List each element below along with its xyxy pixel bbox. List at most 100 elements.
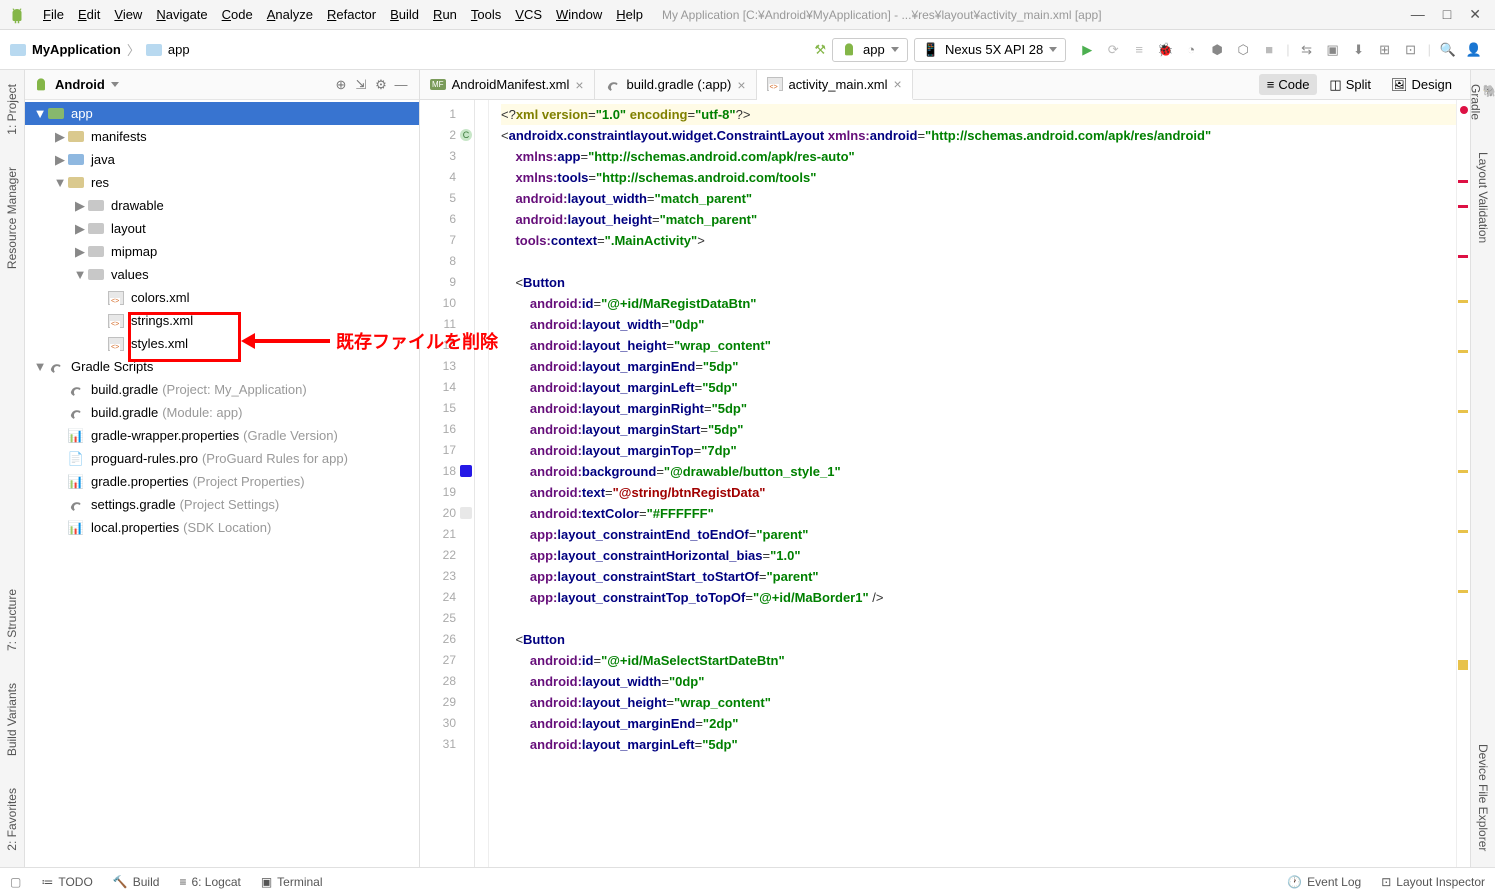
todo-icon: ≔ bbox=[41, 875, 53, 889]
editor-body[interactable]: 12C3456789101112131415161718192021222324… bbox=[420, 100, 1470, 867]
stop-button[interactable]: ■ bbox=[1260, 41, 1278, 59]
tree-node-manifests[interactable]: ▶manifests bbox=[25, 125, 419, 148]
status-bar: ▢ ≔TODO 🔨Build ≡6: Logcat ▣Terminal 🕐Eve… bbox=[0, 867, 1495, 895]
menu-run[interactable]: Run bbox=[426, 7, 464, 22]
debug-button[interactable]: 🐞 bbox=[1156, 41, 1174, 59]
project-tree[interactable]: ▼app ▶manifests ▶java ▼res ▶drawable ▶la… bbox=[25, 100, 419, 867]
close-button[interactable]: ✕ bbox=[1469, 6, 1481, 23]
profile-button[interactable]: ◔ bbox=[1182, 41, 1200, 59]
tree-node-proguard[interactable]: 📄proguard-rules.pro(ProGuard Rules for a… bbox=[25, 447, 419, 470]
menu-edit[interactable]: Edit bbox=[71, 7, 107, 22]
status-build[interactable]: 🔨Build bbox=[113, 875, 160, 889]
apply-changes-button[interactable]: ⟳ bbox=[1104, 41, 1122, 59]
menu-window[interactable]: Window bbox=[549, 7, 609, 22]
tree-node-gradle-properties[interactable]: 📊gradle.properties(Project Properties) bbox=[25, 470, 419, 493]
expand-icon[interactable]: ⇲ bbox=[351, 75, 371, 95]
gradle-icon bbox=[605, 78, 621, 92]
tab-device-file-explorer[interactable]: Device File Explorer bbox=[1474, 738, 1492, 857]
close-icon[interactable]: × bbox=[575, 77, 583, 93]
run-button[interactable]: ▶ bbox=[1078, 41, 1096, 59]
tree-node-layout[interactable]: ▶layout bbox=[25, 217, 419, 240]
hide-icon[interactable]: — bbox=[391, 75, 411, 95]
user-icon[interactable]: 👤 bbox=[1465, 41, 1483, 59]
project-panel: Android ⊕ ⇲ ⚙ — ▼app ▶manifests ▶java ▼r… bbox=[25, 70, 420, 867]
tab-structure[interactable]: 7: Structure bbox=[3, 583, 21, 657]
gear-icon[interactable]: ⚙ bbox=[371, 75, 391, 95]
status-terminal[interactable]: ▣Terminal bbox=[261, 875, 323, 889]
apply-code-button[interactable]: ≡ bbox=[1130, 41, 1148, 59]
tree-node-res[interactable]: ▼res bbox=[25, 171, 419, 194]
tab-favorites[interactable]: 2: Favorites bbox=[3, 782, 21, 857]
editor-tabs: MF AndroidManifest.xml× build.gradle (:a… bbox=[420, 70, 1470, 100]
menu-vcs[interactable]: VCS bbox=[508, 7, 549, 22]
tree-node-mipmap[interactable]: ▶mipmap bbox=[25, 240, 419, 263]
sdk-manager-button[interactable]: ⬇ bbox=[1350, 41, 1368, 59]
status-layout-inspector[interactable]: ⊡Layout Inspector bbox=[1381, 875, 1485, 889]
chevron-down-icon bbox=[891, 47, 899, 52]
tree-node-java[interactable]: ▶java bbox=[25, 148, 419, 171]
left-tool-strip: 1: Project Resource Manager 7: Structure… bbox=[0, 70, 25, 867]
menu-view[interactable]: View bbox=[107, 7, 149, 22]
tree-node-build-gradle-app[interactable]: build.gradle(Module: app) bbox=[25, 401, 419, 424]
menu-analyze[interactable]: Analyze bbox=[260, 7, 320, 22]
code-content[interactable]: <?xml version="1.0" encoding="utf-8"?><a… bbox=[489, 100, 1456, 867]
tree-node-colors-xml[interactable]: colors.xml bbox=[25, 286, 419, 309]
code-view-button[interactable]: ≡Code bbox=[1259, 74, 1318, 95]
minimize-button[interactable]: — bbox=[1411, 6, 1425, 23]
tree-node-drawable[interactable]: ▶drawable bbox=[25, 194, 419, 217]
folder-icon bbox=[10, 44, 26, 56]
main-toolbar: ▶ ⟳ ≡ 🐞 ◔ ⬢ ⬡ ■ | ⇆ ▣ ⬇ ⊞ ⊡ | 🔍 👤 bbox=[1066, 41, 1495, 59]
breadcrumb[interactable]: MyApplication 〉 app bbox=[0, 40, 190, 59]
menu-items: FileEditViewNavigateCodeAnalyzeRefactorB… bbox=[36, 7, 650, 22]
build-icon[interactable]: ⚒ bbox=[814, 42, 826, 58]
android-logo-icon bbox=[8, 6, 26, 24]
menu-tools[interactable]: Tools bbox=[464, 7, 508, 22]
close-icon[interactable]: × bbox=[737, 77, 745, 93]
tab-android-manifest[interactable]: MF AndroidManifest.xml× bbox=[420, 70, 595, 99]
split-view-button[interactable]: ◫Split bbox=[1321, 74, 1379, 96]
menu-build[interactable]: Build bbox=[383, 7, 426, 22]
editor-area: MF AndroidManifest.xml× build.gradle (:a… bbox=[420, 70, 1470, 867]
tree-node-settings-gradle[interactable]: settings.gradle(Project Settings) bbox=[25, 493, 419, 516]
tool-windows-icon[interactable]: ▢ bbox=[10, 875, 21, 889]
tab-build-variants[interactable]: Build Variants bbox=[3, 677, 21, 762]
tab-resource-manager[interactable]: Resource Manager bbox=[3, 161, 21, 275]
run-config-combo[interactable]: app bbox=[832, 38, 908, 62]
tree-node-gradle-wrapper[interactable]: 📊gradle-wrapper.properties(Gradle Versio… bbox=[25, 424, 419, 447]
menu-help[interactable]: Help bbox=[609, 7, 650, 22]
design-view-button[interactable]: 🖼Design bbox=[1383, 74, 1460, 96]
status-logcat[interactable]: ≡6: Logcat bbox=[179, 875, 240, 889]
status-event-log[interactable]: 🕐Event Log bbox=[1287, 875, 1361, 889]
error-stripe[interactable] bbox=[1456, 100, 1470, 867]
tab-gradle[interactable]: 🐘Gradle bbox=[1467, 78, 1495, 126]
search-button[interactable]: 🔍 bbox=[1439, 41, 1457, 59]
select-opened-file-icon[interactable]: ⊕ bbox=[331, 75, 351, 95]
tree-node-gradle-scripts[interactable]: ▼Gradle Scripts bbox=[25, 355, 419, 378]
status-todo[interactable]: ≔TODO bbox=[41, 875, 92, 889]
code-icon: ≡ bbox=[1267, 77, 1275, 92]
device-combo[interactable]: 📱 Nexus 5X API 28 bbox=[914, 38, 1066, 62]
close-icon[interactable]: × bbox=[893, 76, 901, 92]
coverage-button[interactable]: ⬢ bbox=[1208, 41, 1226, 59]
tab-layout-validation[interactable]: Layout Validation bbox=[1474, 146, 1492, 249]
split-icon: ◫ bbox=[1329, 77, 1341, 93]
tab-project[interactable]: 1: Project bbox=[3, 78, 21, 141]
line-gutter[interactable]: 12C3456789101112131415161718192021222324… bbox=[420, 100, 475, 867]
maximize-button[interactable]: □ bbox=[1443, 6, 1451, 23]
tree-node-build-gradle-project[interactable]: build.gradle(Project: My_Application) bbox=[25, 378, 419, 401]
fold-gutter[interactable] bbox=[475, 100, 489, 867]
avd-manager-button[interactable]: ▣ bbox=[1324, 41, 1342, 59]
attach-debugger-button[interactable]: ⬡ bbox=[1234, 41, 1252, 59]
tree-node-values[interactable]: ▼values bbox=[25, 263, 419, 286]
menu-refactor[interactable]: Refactor bbox=[320, 7, 383, 22]
resource-manager-button[interactable]: ⊞ bbox=[1376, 41, 1394, 59]
layout-inspector-button[interactable]: ⊡ bbox=[1402, 41, 1420, 59]
tab-build-gradle[interactable]: build.gradle (:app)× bbox=[595, 70, 757, 99]
menu-code[interactable]: Code bbox=[215, 7, 260, 22]
tree-node-local-properties[interactable]: 📊local.properties(SDK Location) bbox=[25, 516, 419, 539]
menu-navigate[interactable]: Navigate bbox=[149, 7, 214, 22]
tree-node-app[interactable]: ▼app bbox=[25, 102, 419, 125]
tab-activity-main[interactable]: activity_main.xml× bbox=[757, 70, 913, 100]
menu-file[interactable]: File bbox=[36, 7, 71, 22]
sync-gradle-button[interactable]: ⇆ bbox=[1298, 41, 1316, 59]
